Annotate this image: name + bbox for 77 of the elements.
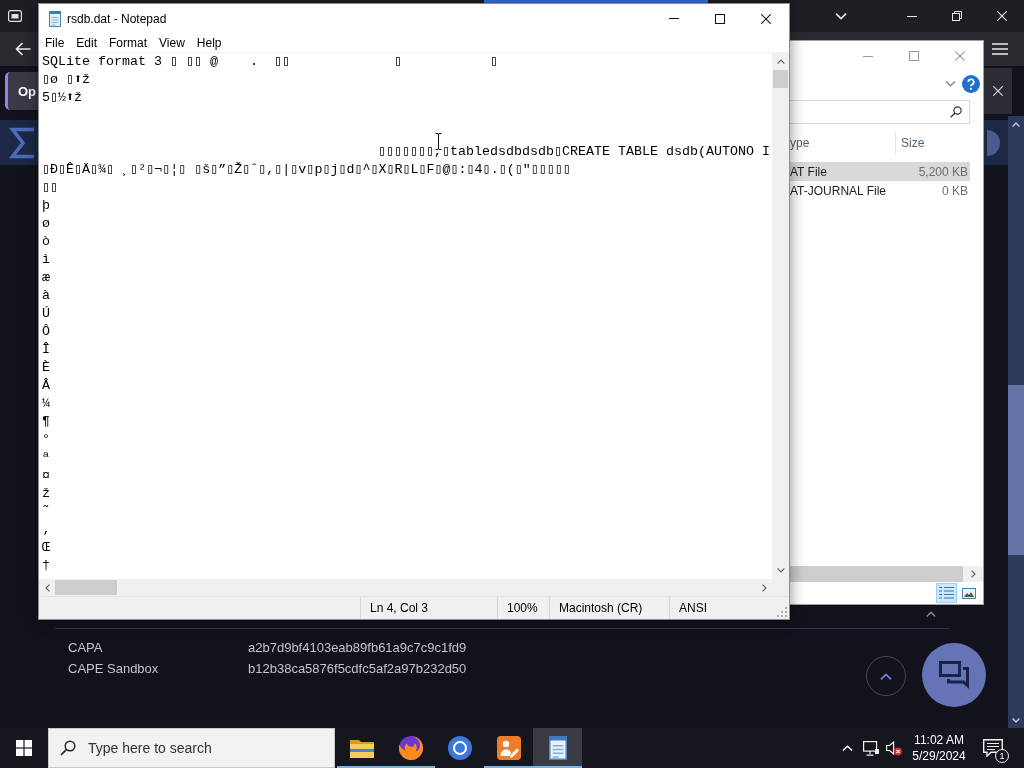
chevron-left-icon [44,583,50,592]
search-icon [950,106,962,118]
scrollbar-thumb[interactable] [773,70,788,88]
column-header[interactable]: Size [896,132,970,154]
file-row[interactable]: AT-JOURNAL File 0 KB [790,181,970,200]
file-row[interactable]: AT File 5,200 KB [790,162,970,181]
close-icon [955,51,965,61]
message-icon [983,739,1003,757]
tool-name: CAPE Sandbox [68,660,160,678]
picture-view-icon [962,587,976,599]
help-icon [962,75,980,93]
minimize-icon [906,15,917,17]
minimize-icon [669,18,679,19]
chevron-up-icon [776,59,785,64]
view-button[interactable] [936,583,957,603]
menu-item[interactable]: Help [190,33,228,52]
chevron-down-icon [1012,717,1020,723]
menu-item[interactable]: Edit [70,33,104,52]
cursor-position: Ln 4, Col 3 [360,597,497,619]
line-ending-format: Macintosh (CR) [549,597,669,619]
clock-button[interactable]: 11:02 AM 5/29/2024 [905,728,973,768]
close-icon [761,13,771,24]
maximize-icon [715,13,725,24]
close-icon [996,11,1007,21]
document-text[interactable]: SQLite format 3 ▯ ▯▯ @ . ▯▯ ▯ ▯ ▯ø ▯⬆ž 5▯½⬆ž ▯▯▯▯▯▯▯,▯tabledsdbdsdb▯CREATE TABLE dsdb(AUTONO I ▯Ð▯Ê▯Ä▯¾▯ ¸▯²▯¬▯¦▯ ▯š▯”▯Ž▯ˆ▯,▯|▯v▯p▯j▯d▯^▯X▯R▯L▯F▯@▯:▯4▯.▯(▯"▯▯▯▯▯ ▯▯ þ ø ò ì æ à Ú Ô Î È Â ¼ ¶ ° ª ¤ ž ˜ ‚ Œ † [42,53,772,575]
back-arrow-icon [15,42,31,56]
person-pen-icon [496,736,521,760]
folder-icon [349,738,374,758]
restore-icon [951,11,962,21]
zoom-level: 100% [497,597,549,619]
sigma-logo-icon [9,126,35,159]
chevron-down-icon [944,81,956,87]
chevron-down-icon [776,568,785,573]
menu-item[interactable]: File [39,33,71,52]
notepad-icon [47,10,63,27]
text-encoding: ANSI [669,597,777,619]
page-button[interactable]: Op [5,72,38,110]
search-field[interactable] [790,100,970,124]
chevron-right-icon [761,583,767,592]
chevron-right-icon [970,570,976,578]
chevron-up-icon [1012,121,1020,127]
tool-name: CAPA [68,639,104,657]
scrollbar-thumb[interactable] [55,580,117,595]
menu-item[interactable]: View [153,33,191,52]
file-size: 5,200 KB [917,164,969,179]
tabs-icon [8,10,22,22]
hash-value: b12b38ca5876f5cdfc5af2a97b232d50 [248,660,467,678]
window-title: rsdb.dat - Notepad [67,11,167,26]
circle-ring-icon [447,736,472,760]
close-icon [993,86,1003,96]
menu-item[interactable]: Format [103,33,154,52]
start-icon [16,740,32,756]
file-type: AT File [790,164,828,179]
speaker-muted-icon [886,740,902,756]
chat-bubbles-icon [939,661,969,689]
network-icon [863,740,879,756]
search-icon [60,740,76,756]
notification-button[interactable]: 1 [973,728,1013,768]
chevron-up-icon [880,672,892,680]
search-field[interactable]: Type here to search [48,728,335,768]
hash-value: a2b7d9bf4103eab89fb61a9c7c9c1fd9 [248,639,467,657]
notification-count: 1 [995,749,1009,763]
dismiss-button[interactable] [984,68,1012,114]
flame-globe-icon [398,736,423,760]
resize-grip-icon [777,607,787,617]
chevron-up-icon [926,611,936,617]
file-size: 0 KB [941,183,969,198]
maximize-icon [909,51,919,61]
scrollbar-thumb[interactable] [1008,385,1024,555]
taskbar-button[interactable] [533,728,582,768]
chevron-up-icon [841,745,853,751]
help-button[interactable] [962,75,980,93]
details-view-icon [939,586,954,600]
menu-icon [992,43,1008,55]
minimize-icon [863,55,873,57]
file-type: AT-JOURNAL File [790,183,887,198]
chevron-down-icon [835,12,847,20]
